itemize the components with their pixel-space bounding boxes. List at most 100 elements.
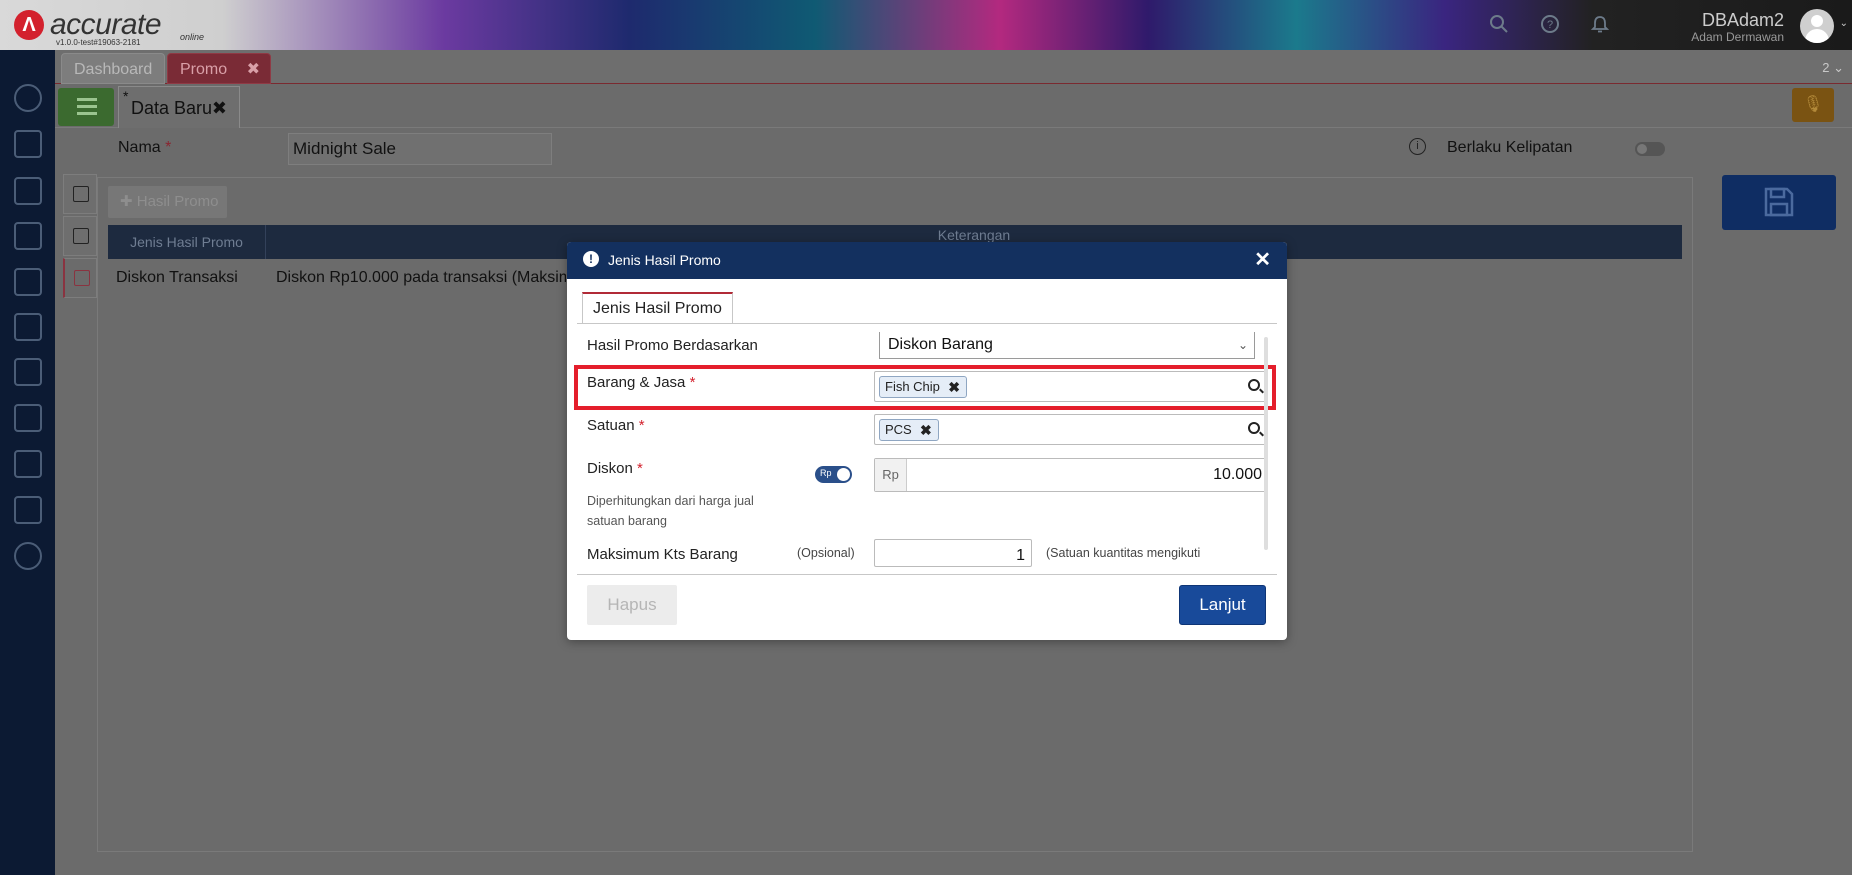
microphone-button[interactable]: 🎙 xyxy=(1792,88,1834,122)
clipboard-icon xyxy=(73,228,89,244)
optional-label: (Opsional) xyxy=(797,546,855,560)
berdasarkan-value: Diskon Barang xyxy=(888,336,993,353)
search-icon[interactable] xyxy=(1248,379,1260,391)
close-icon[interactable]: ✕ xyxy=(1254,247,1271,272)
alert-icon: ! xyxy=(583,251,599,267)
satuan-tag-label: PCS xyxy=(885,422,912,437)
tab-promo[interactable]: Promo ✖ xyxy=(167,53,271,84)
app-logo[interactable]: Λ accurate online v1.0.0-test#19063-2181 xyxy=(14,6,224,47)
column-header-jenis[interactable]: Jenis Hasil Promo xyxy=(108,225,266,259)
search-icon[interactable] xyxy=(1248,422,1260,434)
jenis-hasil-promo-dialog: ! Jenis Hasil Promo ✕ Jenis Hasil Promo … xyxy=(567,242,1287,640)
scale-icon[interactable] xyxy=(14,130,42,158)
kelipatan-label: Berlaku Kelipatan xyxy=(1447,139,1573,156)
berdasarkan-label: Hasil Promo Berdasarkan xyxy=(587,337,758,354)
logo-mark-icon: Λ xyxy=(14,10,44,40)
sub-tab-bar xyxy=(55,84,1852,128)
tab-data-baru[interactable]: * Data Baru ✖ xyxy=(118,86,240,128)
barang-field[interactable]: Fish Chip ✖ xyxy=(874,371,1267,402)
gift-tab[interactable] xyxy=(63,258,97,298)
gift-icon xyxy=(74,270,90,286)
user-fullname: Adam Dermawan xyxy=(1691,30,1784,44)
divider xyxy=(577,574,1277,575)
diskon-note: Diperhitungkan dari harga jual satuan ba… xyxy=(587,494,754,528)
required-mark: * xyxy=(638,417,645,434)
satuan-field[interactable]: PCS ✖ xyxy=(874,414,1267,445)
required-mark: * xyxy=(689,374,696,391)
diskon-value: 10.000 xyxy=(1213,466,1262,483)
save-button[interactable] xyxy=(1722,175,1836,230)
close-icon[interactable]: ✖ xyxy=(212,87,227,129)
tax-icon[interactable] xyxy=(14,496,42,524)
dialog-header: ! Jenis Hasil Promo ✕ xyxy=(567,242,1287,279)
satuan-label-text: Satuan xyxy=(587,417,635,434)
diskon-type-toggle[interactable]: Rp xyxy=(815,466,852,483)
gear-icon[interactable] xyxy=(14,84,42,112)
remove-tag-icon[interactable]: ✖ xyxy=(920,420,932,440)
tab-dashboard[interactable]: Dashboard xyxy=(61,53,165,84)
bank-icon[interactable] xyxy=(14,268,42,296)
tab-count[interactable]: 2 ⌄ xyxy=(1822,60,1844,76)
continue-button[interactable]: Lanjut xyxy=(1179,585,1266,625)
required-mark: * xyxy=(637,460,643,477)
floppy-disk-icon xyxy=(1764,187,1794,217)
currency-prefix: Rp xyxy=(875,459,907,491)
close-icon[interactable]: ✖ xyxy=(247,54,260,85)
satuan-tag: PCS ✖ xyxy=(879,419,939,441)
checklist-tab[interactable] xyxy=(63,216,97,256)
search-icon[interactable] xyxy=(1488,14,1510,36)
svg-text:?: ? xyxy=(1547,19,1553,31)
grid-cell-jenis[interactable]: Diskon Transaksi xyxy=(116,269,238,287)
report-icon[interactable] xyxy=(14,542,42,570)
diskon-input[interactable]: Rp 10.000 xyxy=(874,458,1267,492)
logo-online-text: online xyxy=(180,32,205,42)
cart-icon[interactable] xyxy=(14,358,42,386)
app-version: v1.0.0-test#19063-2181 xyxy=(56,38,141,47)
warehouse-icon[interactable] xyxy=(14,450,42,478)
money-bag-icon[interactable] xyxy=(14,313,42,341)
help-icon[interactable]: ? xyxy=(1539,14,1561,36)
chevron-down-icon: ⌄ xyxy=(1237,338,1248,352)
diskon-label: Diskon * xyxy=(587,460,643,477)
chevron-down-icon[interactable]: ⌄ xyxy=(1840,18,1848,29)
diskon-toggle-label: Rp xyxy=(820,468,832,478)
delete-button[interactable]: Hapus xyxy=(587,585,677,625)
grid-cell-keterangan[interactable]: Diskon Rp10.000 pada transaksi (Maksim xyxy=(276,269,566,287)
nama-input[interactable]: Midnight Sale xyxy=(288,133,552,165)
trolley-icon[interactable] xyxy=(14,404,42,432)
user-name[interactable]: DBAdam2 xyxy=(1702,10,1784,31)
logo-text: accurate xyxy=(50,8,162,41)
info-icon[interactable]: i xyxy=(1409,138,1426,155)
barang-label: Barang & Jasa * xyxy=(587,374,695,391)
nama-label: Nama * xyxy=(118,139,171,157)
divider xyxy=(577,323,1277,324)
barang-tag-label: Fish Chip xyxy=(885,379,940,394)
maks-kts-input[interactable]: 1 xyxy=(874,539,1032,567)
calendar-tab[interactable] xyxy=(63,174,97,214)
required-mark: * xyxy=(165,139,172,156)
berdasarkan-select[interactable]: Diskon Barang ⌄ xyxy=(879,332,1255,359)
nama-label-text: Nama xyxy=(118,139,161,156)
unsaved-mark: * xyxy=(123,88,129,104)
toggle-knob xyxy=(837,468,850,481)
building-icon[interactable] xyxy=(14,177,42,205)
add-hasil-promo-button[interactable]: ✚ Hasil Promo xyxy=(108,186,227,218)
barang-label-text: Barang & Jasa xyxy=(587,374,686,391)
list-view-button[interactable] xyxy=(58,88,114,126)
tab-jenis-hasil-promo[interactable]: Jenis Hasil Promo xyxy=(582,292,733,324)
bell-icon[interactable] xyxy=(1589,14,1611,36)
barang-tag: Fish Chip ✖ xyxy=(879,376,967,398)
maks-note: (Satuan kuantitas mengikuti xyxy=(1046,546,1201,560)
tab-promo-label: Promo xyxy=(180,61,228,78)
plus-icon: ✚ xyxy=(120,193,133,210)
top-bar: Λ accurate online v1.0.0-test#19063-2181… xyxy=(0,0,1852,50)
avatar[interactable] xyxy=(1800,9,1834,43)
remove-tag-icon[interactable]: ✖ xyxy=(948,377,960,397)
dialog-title: Jenis Hasil Promo xyxy=(608,252,721,268)
calendar-icon xyxy=(73,186,89,202)
dialog-scrollbar[interactable] xyxy=(1264,337,1268,550)
kelipatan-toggle[interactable] xyxy=(1635,142,1665,156)
book-icon[interactable] xyxy=(14,222,42,250)
tab-strip: Dashboard Promo ✖ xyxy=(55,50,1852,84)
tab-count-value: 2 xyxy=(1822,60,1830,75)
